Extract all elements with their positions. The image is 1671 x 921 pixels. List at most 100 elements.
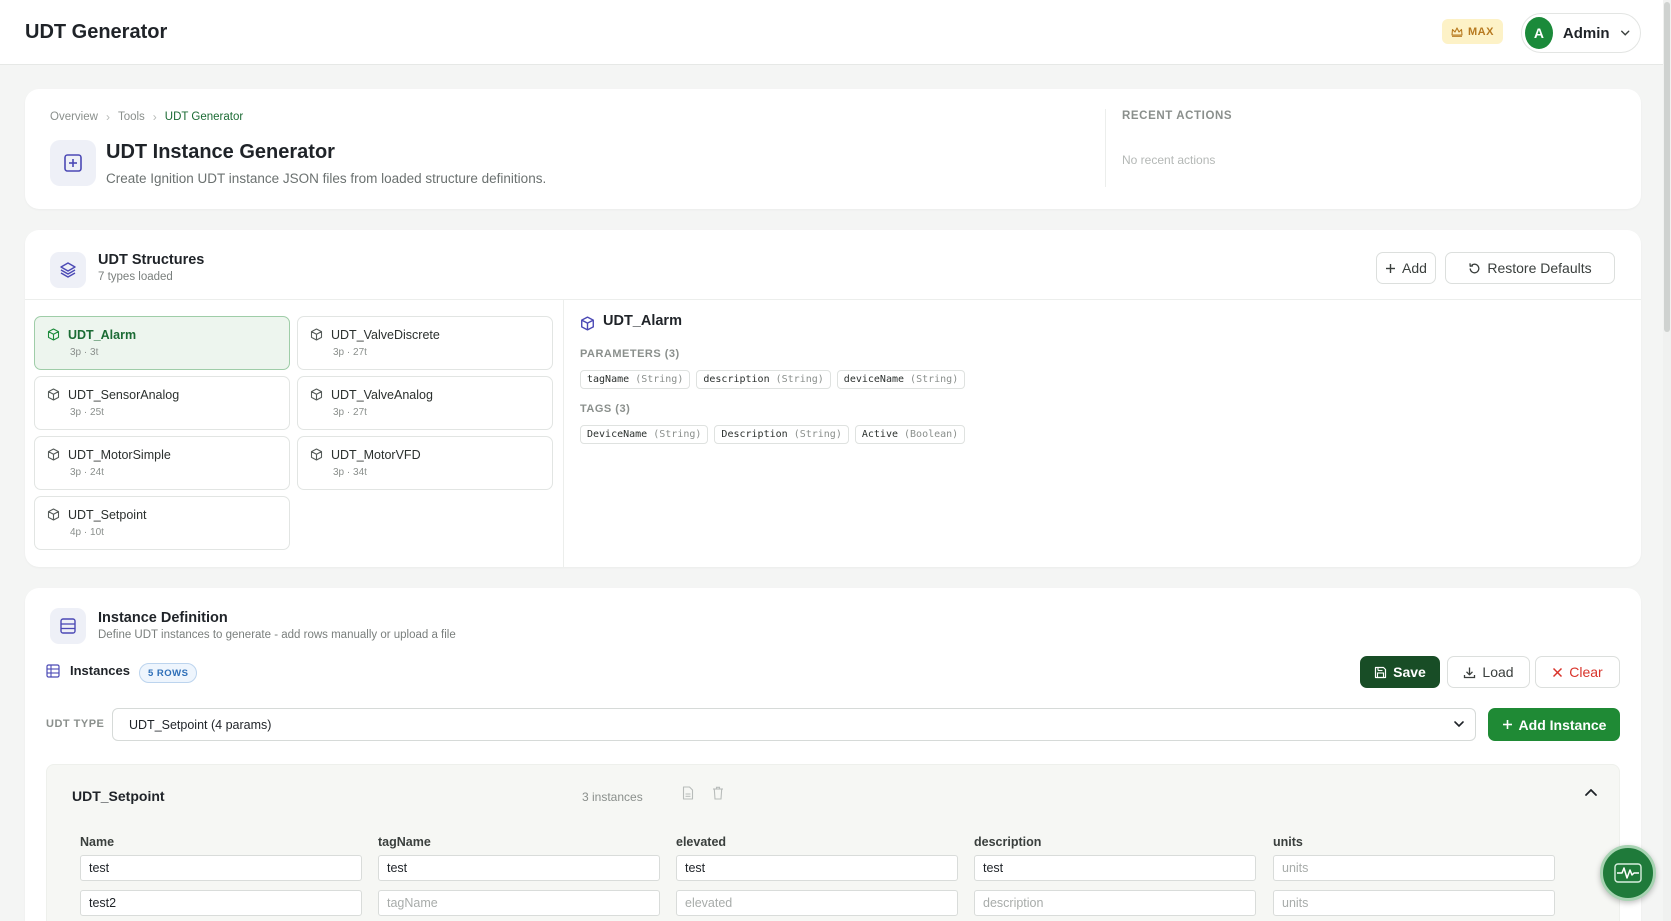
breadcrumb-overview[interactable]: Overview [50,111,98,123]
column-header-elevated: elevated [676,835,727,849]
chevron-down-icon [1620,30,1629,36]
trash-icon[interactable] [712,786,724,800]
udt-tile-udt-motorvfd[interactable]: UDT_MotorVFD 3p · 34t [297,436,553,490]
refresh-icon [1469,262,1480,273]
structures-title: UDT Structures [98,252,205,268]
udt-type-select[interactable]: UDT_Setpoint (4 params) [112,708,1476,741]
parameters-label: PARAMETERS (3) [580,348,680,360]
tile-meta: 4p · 10t [70,527,104,538]
divider [563,299,564,567]
udt-tile-udt-valvediscrete[interactable]: UDT_ValveDiscrete 3p · 27t [297,316,553,370]
parameter-chip: deviceName (String) [836,370,966,389]
elevated-input[interactable]: test [676,855,958,881]
layers-icon [60,262,76,278]
tile-meta: 3p · 34t [333,467,367,478]
page-subtitle: Create Ignition UDT instance JSON files … [106,171,547,186]
rows-count-badge: 5 ROWS [139,663,198,683]
cube-icon [47,388,60,401]
tile-name: UDT_MotorVFD [331,448,421,462]
tags-label: TAGS (3) [580,403,631,415]
udt-type-value: UDT_Setpoint (4 params) [129,717,272,732]
description-input[interactable]: test [974,855,1256,881]
udt-tile-udt-alarm[interactable]: UDT_Alarm 3p · 3t [34,316,290,370]
restore-defaults-label: Restore Defaults [1487,260,1592,276]
udt-tile-udt-valveanalog[interactable]: UDT_ValveAnalog 3p · 27t [297,376,553,430]
divider [1105,109,1106,187]
cube-icon [47,448,60,461]
save-button[interactable]: Save [1360,656,1440,688]
udt-tile-udt-sensoranalog[interactable]: UDT_SensorAnalog 3p · 25t [34,376,290,430]
page-header-card: Overview › Tools › UDT Generator UDT Ins… [25,89,1641,209]
avatar: A [1525,17,1553,49]
units-input[interactable]: units [1273,890,1555,916]
tagname-input[interactable]: tagName [378,890,660,916]
chevron-down-icon [1454,721,1464,728]
cube-icon [47,508,60,521]
crown-icon [1451,26,1463,37]
tag-chip: DeviceName (String) [580,425,709,444]
column-header-tagname: tagName [378,835,431,849]
user-name: Admin [1562,24,1610,42]
tile-name: UDT_Setpoint [68,508,147,522]
add-structure-button[interactable]: Add [1376,252,1436,284]
clear-button[interactable]: Clear [1535,656,1620,688]
tile-meta: 3p · 27t [333,407,367,418]
tile-name: UDT_ValveAnalog [331,388,433,402]
breadcrumb-separator: › [152,110,157,124]
page-scrollbar-thumb[interactable] [1664,2,1670,332]
add-instance-label: Add Instance [1518,716,1607,733]
tile-name: UDT_ValveDiscrete [331,328,440,342]
tile-meta: 3p · 27t [333,347,367,358]
plus-icon [1502,720,1512,729]
units-input[interactable]: units [1273,855,1555,881]
udt-type-label: UDT TYPE [46,718,105,730]
top-bar: UDT Generator MAX A Admin [0,0,1671,65]
column-header-name: Name [80,835,115,849]
cube-icon [47,328,60,341]
udt-tile-udt-motorsimple[interactable]: UDT_MotorSimple 3p · 24t [34,436,290,490]
plan-badge-label: MAX [1468,25,1494,38]
cube-icon [581,316,594,331]
elevated-input[interactable]: elevated [676,890,958,916]
divider [25,299,1641,300]
instances-label: Instances [70,663,130,678]
tile-meta: 3p · 24t [70,467,104,478]
add-instance-button[interactable]: Add Instance [1488,708,1620,741]
cube-icon [310,328,323,341]
description-input[interactable]: description [974,890,1256,916]
recent-actions-empty: No recent actions [1122,153,1216,167]
plus-square-icon [64,154,82,172]
file-icon[interactable] [682,786,694,800]
parameter-chip: description (String) [696,370,831,389]
chevron-up-icon[interactable] [1584,788,1598,797]
udt-tile-udt-setpoint[interactable]: UDT_Setpoint 4p · 10t [34,496,290,550]
column-header-description: description [974,835,1042,849]
add-structure-label: Add [1402,260,1427,276]
tile-meta: 3p · 25t [70,407,104,418]
plan-badge: MAX [1442,19,1503,44]
list-icon-box [50,608,86,644]
cube-icon [310,448,323,461]
tile-name: UDT_SensorAnalog [68,388,180,402]
tile-meta: 3p · 3t [70,347,99,358]
tag-chip: Active (Boolean) [854,425,966,444]
monitor-fab-button[interactable] [1600,845,1656,901]
group-instance-count: 3 instances [582,790,643,804]
instances-section-subtitle: Define UDT instances to generate - add r… [98,629,456,641]
instance-definition-card: Instance Definition Define UDT instances… [25,588,1641,921]
tags-list: DeviceName (String) Description (String)… [580,425,966,444]
breadcrumb-tools[interactable]: Tools [118,111,145,123]
name-input[interactable]: test [80,855,362,881]
download-icon [1464,667,1476,678]
app-title: UDT Generator [25,21,168,43]
restore-defaults-button[interactable]: Restore Defaults [1445,252,1615,284]
parameter-chip: tagName (String) [580,370,691,389]
tagname-input[interactable]: test [378,855,660,881]
breadcrumb: Overview › Tools › UDT Generator [50,110,243,124]
instances-section-title: Instance Definition [98,610,228,626]
load-button[interactable]: Load [1447,656,1530,688]
tag-chip: Description (String) [714,425,849,444]
user-menu[interactable]: A Admin [1521,13,1641,53]
layers-icon-box [50,252,86,288]
name-input[interactable]: test2 [80,890,362,916]
